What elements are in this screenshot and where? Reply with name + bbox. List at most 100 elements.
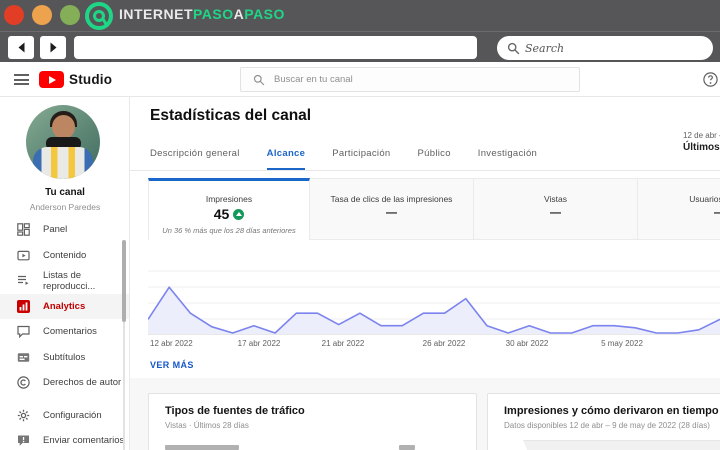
- x-axis-label: 12 abr 2022: [150, 339, 193, 348]
- sidebar-item-enviar-comentarios[interactable]: Enviar comentarios: [0, 428, 129, 450]
- chart-gridlines: [148, 270, 720, 320]
- back-arrow-icon: [18, 42, 24, 53]
- youtube-logo-icon[interactable]: [39, 71, 64, 88]
- sidebar-scrollbar-track: [123, 322, 125, 450]
- sidebar-item-comentarios[interactable]: Comentarios: [0, 319, 129, 345]
- browser-search-box[interactable]: Search: [497, 36, 713, 60]
- sidebar-item-listas[interactable]: Listas de reproducci...: [0, 268, 129, 294]
- x-axis-label: 21 abr 2022: [321, 339, 365, 348]
- sidebar-item-label: Derechos de autor: [43, 377, 122, 389]
- maximize-window-icon[interactable]: [60, 5, 80, 25]
- brand-wordmark: INTERNETPASOAPASO: [119, 6, 285, 22]
- up-arrow-icon: [235, 212, 242, 216]
- sidebar-item-label: Comentarios: [43, 326, 97, 338]
- clipped-row-value: [399, 445, 415, 450]
- copyright-icon: [17, 376, 30, 389]
- tab-descripcion-general[interactable]: Descripción general: [150, 148, 240, 171]
- sidebar-scrollbar[interactable]: [122, 240, 126, 322]
- channel-search-placeholder: Buscar en tu canal: [274, 74, 353, 85]
- tab-investigacion[interactable]: Investigación: [478, 148, 537, 171]
- metric-delta-note: Un 36 % más que los 28 días anteriores: [162, 226, 296, 235]
- metric-value: —: [386, 207, 397, 219]
- browser-toolbar: Search: [0, 31, 720, 62]
- metric-card-usuarios[interactable]: Usuarios únicos —: [638, 178, 720, 240]
- metric-value: 45: [213, 206, 230, 222]
- impressions-funnel-card[interactable]: Impresiones y cómo derivaron en tiempo d…: [487, 393, 720, 450]
- feedback-icon: [17, 434, 30, 447]
- sidebar-item-label: Configuración: [43, 409, 102, 421]
- traffic-sources-card[interactable]: Tipos de fuentes de tráfico Vistas · Últ…: [148, 393, 477, 450]
- content-icon: [17, 249, 30, 262]
- sidebar-item-derechos[interactable]: Derechos de autor: [0, 370, 129, 396]
- metric-label: Impresiones: [205, 194, 253, 204]
- app-window: INTERNETPASOAPASO Search Studio Buscar e…: [0, 0, 720, 450]
- metric-label: Usuarios únicos: [689, 194, 720, 204]
- trend-up-badge: [233, 208, 245, 220]
- internetpasoapaso-logo-icon: [84, 1, 114, 31]
- sidebar-item-subtitulos[interactable]: Subtítulos: [0, 345, 129, 371]
- browser-titlebar: INTERNETPASOAPASO: [0, 0, 720, 31]
- sidebar-item-analytics[interactable]: Analytics: [0, 293, 129, 319]
- card-subtitle: Vistas · Últimos 28 días: [165, 421, 249, 430]
- sidebar-item-configuracion[interactable]: Configuración: [0, 403, 129, 429]
- x-axis-label: 30 abr 2022: [505, 339, 549, 348]
- sidebar-item-label: Listas de reproducci...: [43, 269, 96, 292]
- address-bar[interactable]: [74, 36, 477, 59]
- card-subtitle: Datos disponibles 12 de abr – 9 de may d…: [504, 421, 710, 430]
- tabs-divider: [130, 170, 720, 171]
- tab-participacion[interactable]: Participación: [332, 148, 390, 171]
- search-icon: [507, 42, 520, 54]
- help-icon: [703, 72, 718, 87]
- close-window-icon[interactable]: [4, 5, 24, 25]
- sidebar-item-panel[interactable]: Panel: [0, 217, 129, 243]
- channel-search-input[interactable]: Buscar en tu canal: [240, 67, 580, 92]
- sidebar-item-label: Subtítulos: [43, 351, 86, 363]
- metric-cards: Impresiones 45 Un 36 % más que los 28 dí…: [148, 178, 720, 240]
- studio-wordmark[interactable]: Studio: [69, 72, 112, 87]
- impressions-chart[interactable]: [148, 255, 720, 335]
- x-axis-label: 5 may 2022: [601, 339, 643, 348]
- help-button[interactable]: [703, 72, 718, 87]
- forward-arrow-icon: [50, 42, 56, 53]
- sidebar-item-label: Analytics: [43, 300, 86, 312]
- period-selector[interactable]: Últimos 28 días: [683, 142, 720, 153]
- channel-name: Tu canal: [45, 187, 85, 198]
- metric-label: Vistas: [544, 194, 567, 204]
- page-title: Estadísticas del canal: [150, 107, 312, 124]
- sidebar-item-contenido[interactable]: Contenido: [0, 243, 129, 269]
- search-icon: [253, 74, 265, 85]
- metric-card-vistas[interactable]: Vistas —: [474, 178, 638, 240]
- menu-hamburger-icon[interactable]: [14, 74, 29, 88]
- sidebar-menu: Panel Contenido Listas de reproducci... …: [0, 217, 129, 450]
- comments-icon: [17, 325, 30, 339]
- metric-value: —: [550, 207, 561, 219]
- back-button[interactable]: [8, 36, 34, 59]
- minimize-window-icon[interactable]: [32, 5, 52, 25]
- channel-owner: Anderson Paredes: [29, 202, 101, 212]
- channel-avatar[interactable]: [26, 105, 100, 179]
- funnel-shape: [523, 440, 720, 450]
- date-range-label: 12 de abr –: [683, 131, 720, 140]
- metric-card-tasa-de-clics[interactable]: Tasa de clics de las impresiones —: [310, 178, 474, 240]
- tab-alcance[interactable]: Alcance: [266, 148, 306, 171]
- forward-button[interactable]: [40, 36, 66, 59]
- card-title: Impresiones y cómo derivaron en tiempo d…: [504, 405, 720, 417]
- gear-icon: [17, 409, 30, 422]
- analytics-icon: [17, 299, 30, 313]
- playlist-icon: [17, 274, 30, 287]
- metric-card-impresiones[interactable]: Impresiones 45 Un 36 % más que los 28 dí…: [148, 178, 310, 240]
- metric-label: Tasa de clics de las impresiones: [330, 194, 453, 204]
- metric-value: —: [638, 207, 720, 219]
- x-axis-label: 17 abr 2022: [237, 339, 281, 348]
- x-axis-label: 26 abr 2022: [422, 339, 466, 348]
- card-title: Tipos de fuentes de tráfico: [165, 405, 305, 417]
- ver-mas-link[interactable]: VER MÁS: [150, 360, 194, 370]
- dashboard-icon: [17, 223, 30, 237]
- sidebar-item-label: Panel: [43, 224, 68, 236]
- sidebar-item-label: Contenido: [43, 249, 87, 261]
- subtitles-icon: [17, 351, 30, 364]
- clipped-row-label: [165, 445, 239, 450]
- tab-publico[interactable]: Público: [418, 148, 451, 171]
- sidebar-item-label: Enviar comentarios: [43, 435, 125, 447]
- studio-sidebar: Tu canal Anderson Paredes Panel Contenid…: [0, 97, 130, 450]
